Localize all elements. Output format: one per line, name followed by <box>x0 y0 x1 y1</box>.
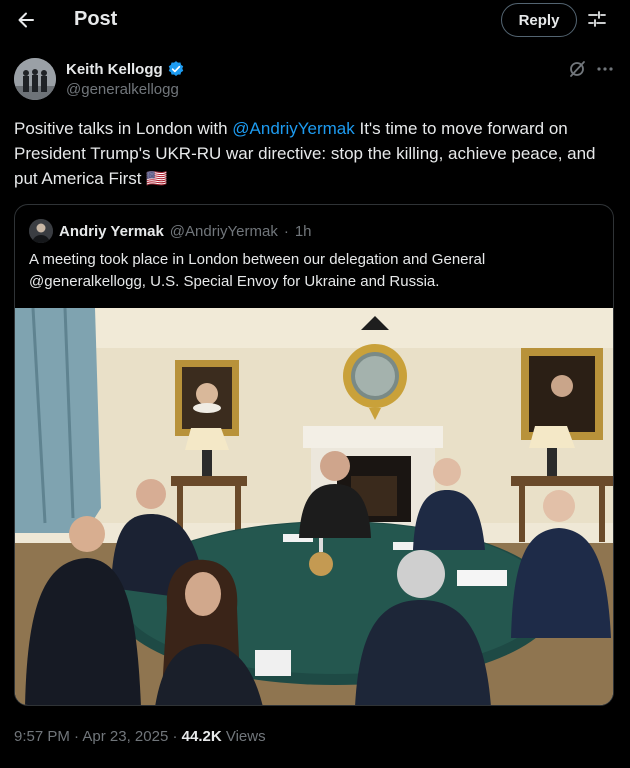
grok-button[interactable] <box>566 58 588 80</box>
more-dots-icon <box>597 67 613 71</box>
author-row: Keith Kellogg @generalkellogg <box>14 56 614 102</box>
quote-author-name[interactable]: Andriy Yermak <box>59 223 164 240</box>
author-handle[interactable]: @generalkellogg <box>66 81 179 98</box>
more-button[interactable] <box>594 58 616 80</box>
settings-button[interactable] <box>584 6 610 32</box>
meta-separator: · <box>74 728 80 745</box>
sliders-icon <box>588 11 606 27</box>
meta-separator: · <box>172 728 178 745</box>
views-label: Views <box>225 728 266 745</box>
quoted-tweet[interactable]: Andriy Yermak @AndriyYermak · 1h A meeti… <box>14 204 614 706</box>
meeting-photo[interactable] <box>15 308 614 706</box>
quote-text: A meeting took place in London between o… <box>29 251 486 290</box>
quote-time[interactable]: 1h <box>295 223 312 240</box>
author-name[interactable]: Keith Kellogg <box>66 60 185 78</box>
post-meta: 9:57 PM · Apr 23, 2025 · 44.2K Views <box>14 728 266 745</box>
quote-author-handle[interactable]: @AndriyYermak <box>170 223 278 240</box>
quote-separator: · <box>283 222 289 240</box>
verified-badge-icon <box>168 61 183 76</box>
avatar[interactable] <box>14 58 56 100</box>
mention-link[interactable]: @AndriyYermak <box>232 119 354 138</box>
post-date[interactable]: Apr 23, 2025 <box>82 728 168 745</box>
top-bar: Post Reply <box>0 0 630 40</box>
tweet-text: Positive talks in London with @AndriyYer… <box>14 119 596 188</box>
back-button[interactable] <box>10 4 42 36</box>
quote-header: Andriy Yermak @AndriyYermak · 1h <box>29 219 312 243</box>
post-time[interactable]: 9:57 PM <box>14 728 70 745</box>
reply-button[interactable]: Reply <box>501 3 577 37</box>
page-title: Post <box>74 8 118 30</box>
views-count: 44.2K <box>181 728 222 745</box>
quote-avatar[interactable] <box>29 219 53 243</box>
grok-icon <box>570 61 585 77</box>
arrow-left-icon <box>18 12 34 28</box>
